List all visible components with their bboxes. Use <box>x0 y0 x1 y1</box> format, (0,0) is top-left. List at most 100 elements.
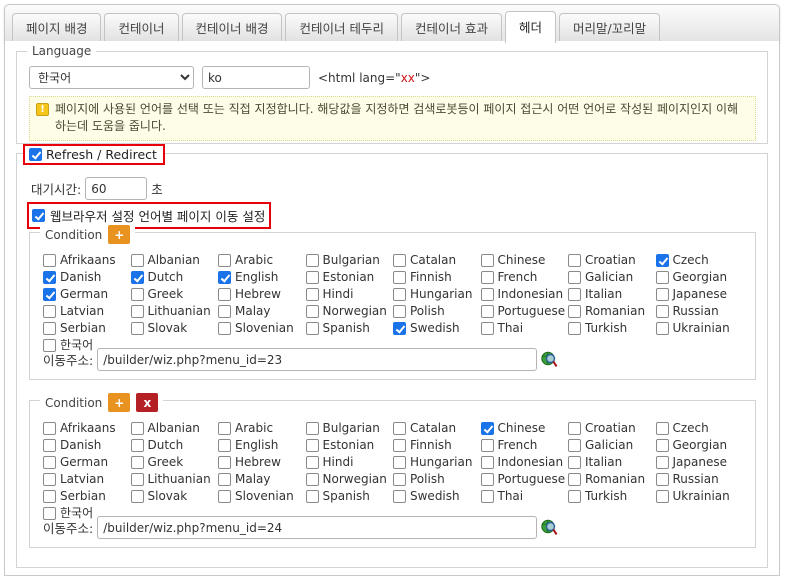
language-checkbox-item[interactable]: Bulgarian <box>305 420 394 437</box>
language-checkbox-item[interactable]: Estonian <box>305 437 394 454</box>
language-checkbox-italian[interactable] <box>568 288 581 301</box>
language-checkbox-item[interactable]: Chinese <box>480 420 569 437</box>
language-checkbox-item[interactable]: Serbian <box>43 488 131 505</box>
tab-3[interactable]: 컨테이너 테두리 <box>285 13 398 43</box>
language-checkbox-afrikaans[interactable] <box>43 422 56 435</box>
condition-1-url-input[interactable] <box>97 348 538 371</box>
language-checkbox-polish[interactable] <box>393 305 406 318</box>
language-checkbox-item[interactable]: Romanian <box>568 471 656 488</box>
language-checkbox-indonesian[interactable] <box>480 288 494 301</box>
language-checkbox-hebrew[interactable] <box>218 456 231 469</box>
language-checkbox-item[interactable]: Italian <box>568 454 656 471</box>
language-checkbox-item[interactable]: Slovenian <box>218 320 306 337</box>
language-checkbox-item[interactable]: Romanian <box>568 303 656 320</box>
language-checkbox-catalan[interactable] <box>393 254 406 267</box>
language-checkbox-item[interactable]: Ukrainian <box>655 320 744 337</box>
language-checkbox-item[interactable]: German <box>43 454 131 471</box>
language-checkbox-greek[interactable] <box>130 456 144 469</box>
condition-2-delete-button[interactable]: x <box>136 393 159 412</box>
language-checkbox-item[interactable]: Croatian <box>568 420 656 437</box>
language-checkbox-item[interactable]: Afrikaans <box>43 420 131 437</box>
language-checkbox-portuguese[interactable] <box>480 473 494 486</box>
language-checkbox-item[interactable]: Slovak <box>130 320 219 337</box>
language-checkbox-slovenian[interactable] <box>218 490 231 503</box>
language-checkbox-slovak[interactable] <box>130 490 144 503</box>
language-checkbox-item[interactable]: Afrikaans <box>43 252 131 269</box>
language-checkbox-item[interactable]: Dutch <box>130 437 219 454</box>
language-checkbox-item[interactable]: Hebrew <box>218 454 306 471</box>
language-checkbox-item[interactable]: English <box>218 437 306 454</box>
language-checkbox-croatian[interactable] <box>568 254 581 267</box>
language-checkbox-item[interactable]: Greek <box>130 286 219 303</box>
language-checkbox-malay[interactable] <box>218 305 231 318</box>
language-checkbox-item[interactable]: Hungarian <box>393 286 481 303</box>
language-checkbox-item[interactable]: Thai <box>480 320 569 337</box>
language-checkbox-portuguese[interactable] <box>480 305 494 318</box>
language-checkbox-item[interactable]: Albanian <box>130 420 219 437</box>
language-checkbox-item[interactable]: Turkish <box>568 488 656 505</box>
language-checkbox-malay[interactable] <box>218 473 231 486</box>
language-checkbox-item[interactable]: Russian <box>655 471 744 488</box>
language-checkbox-catalan[interactable] <box>393 422 406 435</box>
language-checkbox-item[interactable]: Spanish <box>305 320 394 337</box>
language-checkbox-item[interactable]: Italian <box>568 286 656 303</box>
language-checkbox-russian[interactable] <box>655 305 669 318</box>
language-checkbox-galician[interactable] <box>568 439 581 452</box>
language-checkbox-item[interactable]: Norwegian <box>305 303 394 320</box>
language-checkbox-finnish[interactable] <box>393 439 406 452</box>
language-checkbox-item[interactable]: Czech <box>655 252 744 269</box>
language-checkbox-item[interactable]: Greek <box>130 454 219 471</box>
language-checkbox-item[interactable]: Lithuanian <box>130 303 219 320</box>
language-checkbox-spanish[interactable] <box>305 490 319 503</box>
language-checkbox-slovenian[interactable] <box>218 322 231 335</box>
language-checkbox-albanian[interactable] <box>130 422 144 435</box>
language-checkbox-item[interactable]: Polish <box>393 471 481 488</box>
language-checkbox-item[interactable]: Catalan <box>393 252 481 269</box>
language-checkbox-item[interactable]: Slovak <box>130 488 219 505</box>
language-checkbox-item[interactable]: Chinese <box>480 252 569 269</box>
language-checkbox-hindi[interactable] <box>305 288 319 301</box>
language-checkbox-item[interactable]: Galician <box>568 437 656 454</box>
language-checkbox-item[interactable]: Latvian <box>43 471 131 488</box>
language-checkbox-danish[interactable] <box>43 271 56 284</box>
language-checkbox-item[interactable]: Hindi <box>305 286 394 303</box>
refresh-redirect-checkbox[interactable] <box>29 148 42 161</box>
language-checkbox-chinese[interactable] <box>480 254 494 267</box>
language-checkbox-czech[interactable] <box>655 254 669 267</box>
language-checkbox-item[interactable]: Czech <box>655 420 744 437</box>
language-checkbox-item[interactable]: Polish <box>393 303 481 320</box>
language-checkbox-bulgarian[interactable] <box>305 254 319 267</box>
tab-6[interactable]: 머리말/꼬리말 <box>558 13 661 43</box>
language-checkbox-norwegian[interactable] <box>305 473 319 486</box>
language-checkbox-french[interactable] <box>480 439 494 452</box>
language-checkbox-italian[interactable] <box>568 456 581 469</box>
language-checkbox-thai[interactable] <box>480 322 494 335</box>
language-checkbox-item[interactable]: Norwegian <box>305 471 394 488</box>
language-checkbox-item[interactable]: French <box>480 269 569 286</box>
language-checkbox-slovak[interactable] <box>130 322 144 335</box>
wait-time-input[interactable] <box>85 177 148 200</box>
language-checkbox-georgian[interactable] <box>655 439 669 452</box>
tab-1[interactable]: 컨테이너 <box>104 13 179 43</box>
language-checkbox-swedish[interactable] <box>393 322 406 335</box>
language-checkbox-swedish[interactable] <box>393 490 406 503</box>
language-checkbox-polish[interactable] <box>393 473 406 486</box>
language-checkbox-item[interactable]: Estonian <box>305 269 394 286</box>
language-checkbox-ukrainian[interactable] <box>655 490 669 503</box>
language-checkbox-item[interactable]: French <box>480 437 569 454</box>
language-checkbox-galician[interactable] <box>568 271 581 284</box>
tab-0[interactable]: 페이지 배경 <box>12 13 102 43</box>
language-checkbox-item[interactable]: Hungarian <box>393 454 481 471</box>
language-checkbox-latvian[interactable] <box>43 305 56 318</box>
language-checkbox-arabic[interactable] <box>218 254 231 267</box>
language-checkbox-latvian[interactable] <box>43 473 56 486</box>
language-checkbox-item[interactable]: Japanese <box>655 286 744 303</box>
language-checkbox-item[interactable]: Finnish <box>393 269 481 286</box>
language-checkbox-greek[interactable] <box>130 288 144 301</box>
language-checkbox-spanish[interactable] <box>305 322 319 335</box>
language-checkbox-english[interactable] <box>218 439 231 452</box>
language-checkbox-chinese[interactable] <box>480 422 494 435</box>
language-checkbox-item[interactable]: Hindi <box>305 454 394 471</box>
language-checkbox-item[interactable]: Bulgarian <box>305 252 394 269</box>
language-checkbox-dutch[interactable] <box>130 271 144 284</box>
